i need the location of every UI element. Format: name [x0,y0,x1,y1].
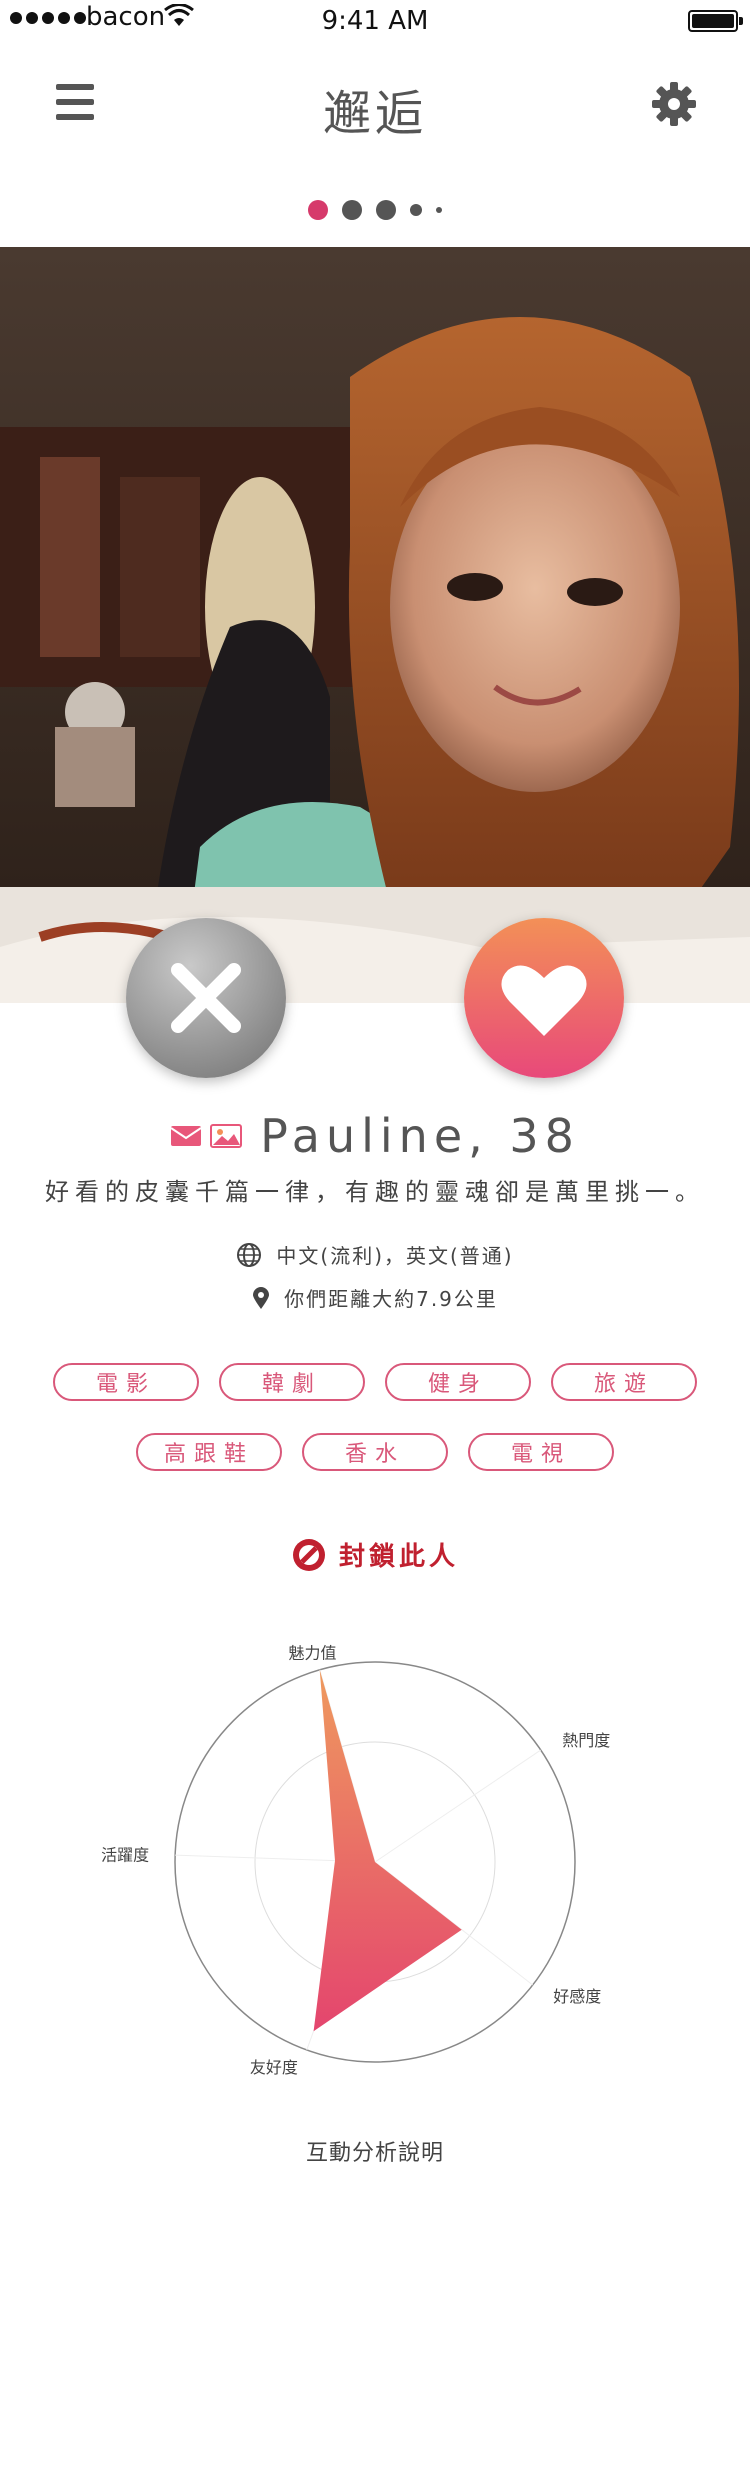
photo-icon [210,1124,243,1148]
interest-tag[interactable]: 電影 [53,1363,199,1401]
interest-tag[interactable]: 電視 [468,1433,614,1471]
page-dot[interactable] [436,207,442,213]
radar-axis-label: 魅力值 [289,1643,337,1662]
photo-page-indicator[interactable] [0,198,750,222]
mail-icon [170,1126,202,1146]
block-user-label: 封鎖此人 [338,1542,459,1572]
profile-photo[interactable] [0,247,750,1003]
status-bar: bacon 9:41 AM [0,0,750,40]
gear-icon[interactable] [650,80,698,128]
radar-axis-label: 熱門度 [562,1731,610,1750]
interaction-radar-chart: 魅力值熱門度好感度友好度 活躍度 [101,1643,610,2077]
distance-text: 你們距離大約7.9公里 [284,1287,498,1311]
interest-tag[interactable]: 香水 [302,1433,448,1471]
radar-axis-line [374,1749,542,1863]
like-button[interactable] [464,918,624,1078]
close-icon [171,963,241,1033]
status-time: 9:41 AM [321,6,429,36]
profile-bio: 好看的皮囊千篇一律，有趣的靈魂卻是萬里挑一。 [45,1178,705,1206]
interest-tag[interactable]: 韓劇 [219,1363,365,1401]
radar-axis-label: 友好度 [250,2058,298,2077]
page-dot-active[interactable] [308,200,328,220]
battery-icon [688,10,743,32]
radar-axis-label: 好感度 [553,1987,601,2006]
page-title: 邂逅 [322,86,427,142]
interest-tag[interactable]: 高跟鞋 [136,1433,282,1471]
nav-bar: 邂逅 [0,60,750,150]
page-dot[interactable] [342,200,362,220]
interest-tags-row-1: 電影 韓劇 健身 旅遊 [0,1363,750,1401]
interest-tag[interactable]: 健身 [385,1363,531,1401]
languages-text: 中文(流利)，英文(普通) [276,1244,514,1268]
location-pin-icon [253,1286,270,1309]
page-dot[interactable] [376,200,396,220]
profile-name: Pauline, 38 [260,1109,580,1163]
interest-tags-row-2: 高跟鞋 香水 電視 [0,1433,750,1471]
heart-icon [501,965,587,1036]
globe-icon [237,1242,262,1267]
interaction-analysis-link[interactable]: 互動分析說明 [0,2135,750,2167]
block-icon [292,1538,325,1571]
block-user-button[interactable]: 封鎖此人 [0,1536,750,1573]
page-dot[interactable] [410,204,422,216]
interest-tag[interactable]: 旅遊 [551,1363,697,1401]
dislike-button[interactable] [126,918,286,1078]
distance-row: 你們距離大約7.9公里 [0,1283,750,1312]
profile-name-row: Pauline, 38 [0,1106,750,1166]
radar-axis-label: 活躍度 [101,1846,149,1865]
languages-row: 中文(流利)，英文(普通) [0,1240,750,1269]
